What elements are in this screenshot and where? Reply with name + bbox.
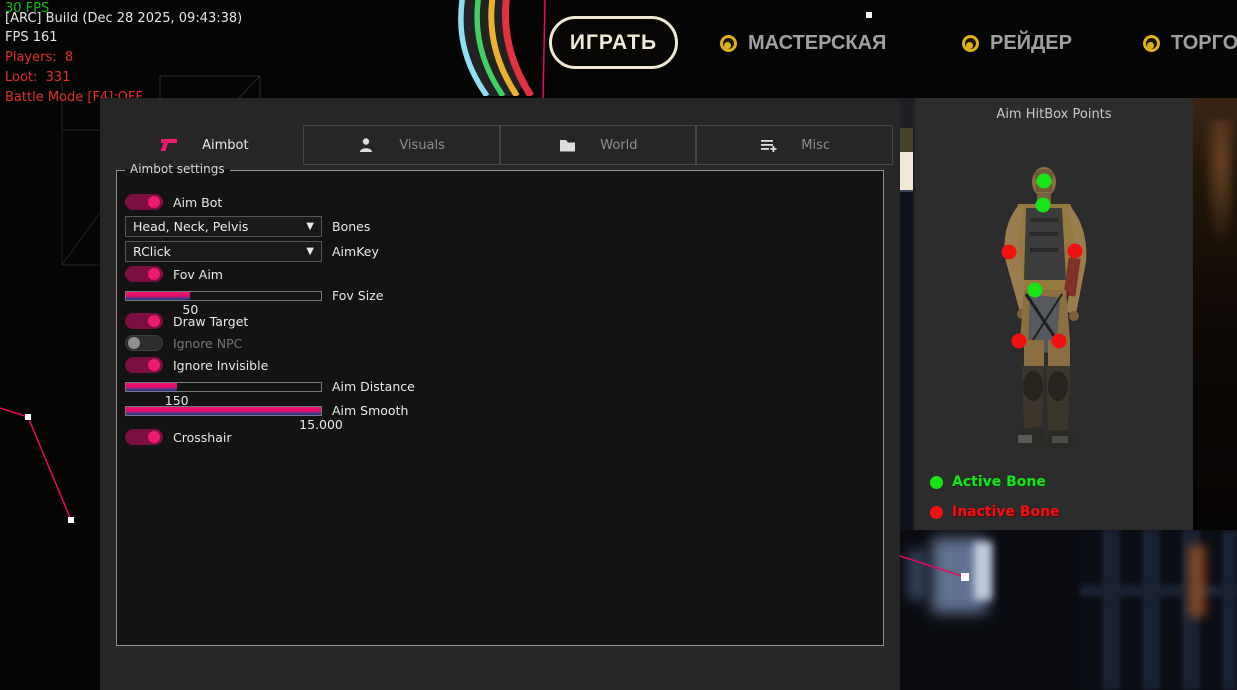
scene-orange-figure — [1188, 545, 1206, 617]
legend-label: Active Bone — [952, 474, 1046, 490]
ignore-invisible-label: Ignore Invisible — [173, 358, 268, 373]
fov-size-slider[interactable]: 50 — [125, 291, 322, 301]
aim-bot-toggle[interactable] — [125, 194, 163, 210]
tab-label: World — [600, 138, 637, 153]
toggle-knob — [128, 337, 140, 349]
aimkey-dropdown[interactable]: RClick ▼ — [125, 241, 322, 262]
legend-label: Inactive Bone — [952, 504, 1060, 520]
tab-world[interactable]: World — [500, 125, 697, 165]
bones-dropdown[interactable]: Head, Neck, Pelvis ▼ — [125, 216, 322, 237]
build-text: [ARC] Build (Dec 28 2025, 09:43:38) — [5, 11, 242, 26]
aim-smooth-slider[interactable]: 15.000 — [125, 406, 322, 416]
menu-bullet-icon — [1143, 35, 1160, 52]
person-icon — [357, 137, 375, 153]
fov-aim-toggle[interactable] — [125, 266, 163, 282]
folder-icon — [558, 137, 576, 153]
menu-item-label: ТОРГО — [1171, 32, 1237, 55]
slider-fill — [126, 407, 321, 415]
legend-inactive-bone: Inactive Bone — [930, 504, 1060, 520]
aimkey-dropdown-value: RClick — [133, 244, 171, 259]
tab-bar: Aimbot Visuals World — [106, 125, 893, 165]
inactive-bone-dot-icon — [930, 506, 943, 519]
aim-smooth-label: Aim Smooth — [332, 403, 408, 418]
aim-smooth-value: 15.000 — [299, 417, 343, 432]
chevron-down-icon: ▼ — [306, 246, 314, 257]
bones-label: Bones — [332, 219, 370, 234]
menu-item-trade[interactable]: ТОРГО — [1143, 30, 1237, 56]
menu-bullet-icon — [720, 35, 737, 52]
ignore-npc-label: Ignore NPC — [173, 336, 242, 351]
play-button[interactable]: ИГРАТЬ — [549, 16, 678, 69]
menu-item-label: РЕЙДЕР — [990, 32, 1072, 55]
slider-fill — [126, 292, 190, 300]
tab-visuals[interactable]: Visuals — [303, 125, 500, 165]
tab-misc[interactable]: Misc — [696, 125, 893, 165]
crosshair-toggle[interactable] — [125, 429, 163, 445]
scene-window-grid — [1080, 530, 1237, 690]
hitbox-point-neck — [1036, 198, 1051, 213]
aimkey-label: AimKey — [332, 244, 379, 259]
ignore-invisible-toggle[interactable] — [125, 357, 163, 373]
aim-bot-label: Aim Bot — [173, 195, 222, 210]
ignore-npc-toggle[interactable] — [125, 335, 163, 351]
hitbox-point-head — [1037, 174, 1052, 189]
hitbox-point-pelvis — [1028, 283, 1043, 298]
menu-item-workshop[interactable]: МАСТЕРСКАЯ — [720, 30, 886, 56]
white-dot — [866, 12, 872, 18]
rainbow-streak-art — [435, 0, 560, 96]
screen: 30 FPS [ARC] Build (Dec 28 2025, 09:43:3… — [0, 0, 1237, 690]
tab-label: Aimbot — [202, 138, 248, 153]
tab-label: Misc — [801, 138, 830, 153]
cheat-menu-panel: Aimbot Visuals World — [100, 98, 900, 690]
draw-target-toggle[interactable] — [125, 313, 163, 329]
toggle-knob — [148, 268, 160, 280]
draw-target-label: Draw Target — [173, 314, 248, 329]
toggle-knob — [148, 315, 160, 327]
legend-active-bone: Active Bone — [930, 474, 1046, 490]
hitbox-panel: Aim HitBox Points — [915, 98, 1193, 530]
background-strip-navy — [900, 190, 913, 530]
aim-distance-label: Aim Distance — [332, 379, 415, 394]
chevron-down-icon: ▼ — [306, 221, 314, 232]
menu-item-label: МАСТЕРСКАЯ — [748, 32, 886, 55]
aim-distance-slider[interactable]: 150 — [125, 382, 322, 392]
toggle-knob — [148, 431, 160, 443]
hitbox-point-right-hip — [1052, 334, 1067, 349]
scene-window-bright — [974, 542, 992, 600]
crosshair-label: Crosshair — [173, 430, 231, 445]
fov-aim-label: Fov Aim — [173, 267, 223, 282]
playlist-add-icon — [759, 137, 777, 153]
active-bone-dot-icon — [930, 476, 943, 489]
tab-aimbot[interactable]: Aimbot — [106, 125, 303, 165]
background-scene — [900, 530, 1237, 690]
hitbox-point-left-arm — [1002, 245, 1017, 260]
players-count-text: Players: 8 — [5, 50, 73, 65]
background-rust-patch — [1203, 120, 1233, 250]
toggle-knob — [148, 196, 160, 208]
loot-count-text: Loot: 331 — [5, 70, 70, 85]
toggle-knob — [148, 359, 160, 371]
menu-bullet-icon — [962, 35, 979, 52]
hitbox-point-right-arm — [1068, 244, 1083, 259]
fov-size-label: Fov Size — [332, 288, 383, 303]
hitbox-dots-layer — [915, 98, 1193, 530]
menu-item-raider[interactable]: РЕЙДЕР — [962, 30, 1072, 56]
pistol-icon — [160, 137, 178, 153]
tab-label: Visuals — [399, 138, 445, 153]
aimbot-settings-group: Aimbot settings Aim Bot Head, Neck, Pelv… — [116, 170, 884, 646]
bones-dropdown-value: Head, Neck, Pelvis — [133, 219, 248, 234]
section-title: Aimbot settings — [125, 162, 230, 176]
scene-beam — [1080, 585, 1237, 597]
hitbox-point-left-hip — [1012, 334, 1027, 349]
scene-window-dim — [908, 550, 926, 600]
slider-fill — [126, 383, 177, 391]
background-strip-olive — [900, 128, 913, 152]
background-strip-cream — [900, 152, 913, 190]
fps-text: FPS 161 — [5, 30, 58, 45]
